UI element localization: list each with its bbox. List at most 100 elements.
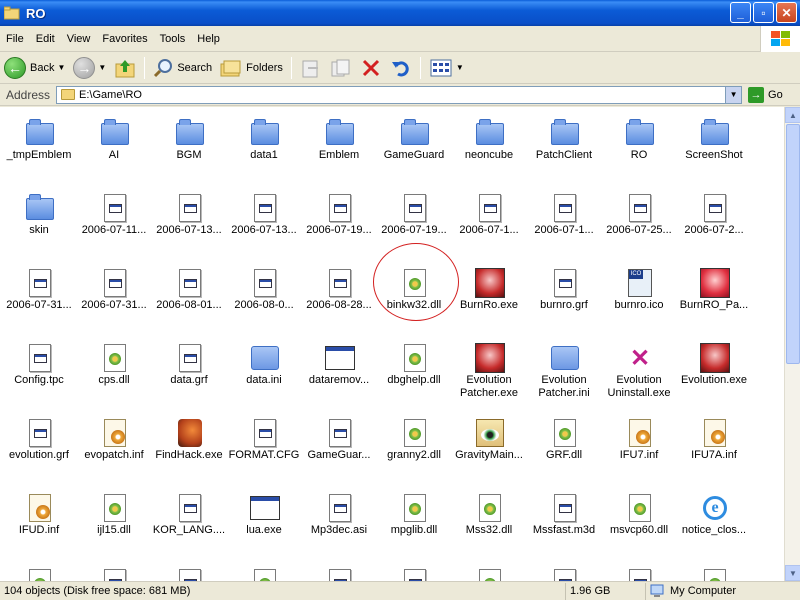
list-item[interactable]: [452, 559, 526, 581]
up-button[interactable]: [110, 55, 140, 81]
list-item[interactable]: mpglib.dll: [377, 484, 451, 554]
list-item[interactable]: Evolution.exe: [677, 334, 751, 404]
scroll-down-button[interactable]: ▼: [785, 565, 800, 581]
list-item[interactable]: binkw32.dll: [377, 259, 451, 329]
list-item[interactable]: 2006-07-1...: [452, 184, 526, 254]
back-button[interactable]: ← Back ▼: [0, 55, 69, 81]
list-item[interactable]: PatchClient: [527, 109, 601, 179]
minimize-button[interactable]: _: [730, 2, 751, 23]
close-button[interactable]: ✕: [776, 2, 797, 23]
list-item[interactable]: 2006-07-1...: [527, 184, 601, 254]
list-item[interactable]: burnro.grf: [527, 259, 601, 329]
list-item[interactable]: ICO burnro.ico: [602, 259, 676, 329]
list-item[interactable]: 2006-08-28...: [302, 259, 376, 329]
search-button[interactable]: Search: [149, 55, 216, 81]
list-item[interactable]: [302, 559, 376, 581]
list-item[interactable]: [2, 559, 76, 581]
list-item[interactable]: 2006-07-19...: [302, 184, 376, 254]
move-to-button[interactable]: [296, 55, 326, 81]
list-item[interactable]: neoncube: [452, 109, 526, 179]
list-item[interactable]: skin: [2, 184, 76, 254]
menu-favorites[interactable]: Favorites: [96, 33, 153, 45]
list-item[interactable]: Mp3dec.asi: [302, 484, 376, 554]
address-input[interactable]: E:\Game\RO ▼: [56, 85, 743, 104]
list-item[interactable]: lua.exe: [227, 484, 301, 554]
list-item[interactable]: _tmpEmblem: [2, 109, 76, 179]
list-item[interactable]: e notice_clos...: [677, 484, 751, 554]
list-item[interactable]: granny2.dll: [377, 409, 451, 479]
list-item[interactable]: IFU7A.inf: [677, 409, 751, 479]
delete-button[interactable]: [356, 55, 386, 81]
list-item[interactable]: 2006-07-25...: [602, 184, 676, 254]
list-item[interactable]: FindHack.exe: [152, 409, 226, 479]
list-item[interactable]: GRF.dll: [527, 409, 601, 479]
list-item[interactable]: AI: [77, 109, 151, 179]
list-item[interactable]: ✕ Evolution Uninstall.exe: [602, 334, 676, 404]
list-item[interactable]: Emblem: [302, 109, 376, 179]
list-item[interactable]: 2006-08-0...: [227, 259, 301, 329]
list-item[interactable]: GravityMain...: [452, 409, 526, 479]
list-item[interactable]: BurnRO_Pa...: [677, 259, 751, 329]
list-item[interactable]: msvcp60.dll: [602, 484, 676, 554]
list-item[interactable]: ijl15.dll: [77, 484, 151, 554]
list-item[interactable]: ScreenShot: [677, 109, 751, 179]
list-item[interactable]: [152, 559, 226, 581]
list-item[interactable]: cps.dll: [77, 334, 151, 404]
undo-button[interactable]: [386, 55, 416, 81]
list-item[interactable]: Mss32.dll: [452, 484, 526, 554]
list-item[interactable]: Mssfast.m3d: [527, 484, 601, 554]
list-item[interactable]: evopatch.inf: [77, 409, 151, 479]
list-item[interactable]: Config.tpc: [2, 334, 76, 404]
list-item[interactable]: [77, 559, 151, 581]
go-button[interactable]: → Go: [748, 86, 783, 103]
copy-to-icon: [331, 59, 350, 76]
list-item[interactable]: 2006-07-2...: [677, 184, 751, 254]
list-item[interactable]: evolution.grf: [2, 409, 76, 479]
list-item[interactable]: BurnRo.exe: [452, 259, 526, 329]
list-item[interactable]: [377, 559, 451, 581]
list-item[interactable]: 2006-08-01...: [152, 259, 226, 329]
scroll-up-button[interactable]: ▲: [785, 107, 800, 123]
file-icon: [249, 267, 281, 299]
list-item[interactable]: [602, 559, 676, 581]
vertical-scrollbar[interactable]: ▲ ▼: [784, 107, 800, 581]
list-item[interactable]: data.grf: [152, 334, 226, 404]
list-item[interactable]: 2006-07-11...: [77, 184, 151, 254]
list-item[interactable]: FORMAT.CFG: [227, 409, 301, 479]
list-item[interactable]: IFUD.inf: [2, 484, 76, 554]
list-item[interactable]: BGM: [152, 109, 226, 179]
list-item[interactable]: 2006-07-13...: [227, 184, 301, 254]
list-item[interactable]: 2006-07-13...: [152, 184, 226, 254]
file-list-view[interactable]: _tmpEmblem AI BGM data1 Emblem GameGuard neonc…: [0, 107, 784, 581]
menu-edit[interactable]: Edit: [30, 33, 61, 45]
list-item[interactable]: dataremov...: [302, 334, 376, 404]
list-item[interactable]: 2006-07-19...: [377, 184, 451, 254]
list-item[interactable]: [527, 559, 601, 581]
list-item[interactable]: 2006-07-31...: [2, 259, 76, 329]
list-item[interactable]: [677, 559, 751, 581]
list-item[interactable]: [227, 559, 301, 581]
list-item[interactable]: GameGuard: [377, 109, 451, 179]
folders-button[interactable]: Folders: [216, 55, 287, 81]
forward-button[interactable]: → ▼: [69, 55, 110, 81]
menu-file[interactable]: File: [0, 33, 30, 45]
menu-tools[interactable]: Tools: [154, 33, 192, 45]
list-item[interactable]: GameGuar...: [302, 409, 376, 479]
views-button[interactable]: ▼: [425, 55, 468, 81]
menu-view[interactable]: View: [61, 33, 97, 45]
scroll-thumb[interactable]: [786, 124, 800, 364]
menu-help[interactable]: Help: [191, 33, 226, 45]
title-bar[interactable]: RO _ ▫ ✕: [0, 0, 800, 26]
maximize-button[interactable]: ▫: [753, 2, 774, 23]
list-item[interactable]: data.ini: [227, 334, 301, 404]
copy-to-button[interactable]: [326, 55, 356, 81]
list-item[interactable]: IFU7.inf: [602, 409, 676, 479]
list-item[interactable]: 2006-07-31...: [77, 259, 151, 329]
list-item[interactable]: Evolution Patcher.exe: [452, 334, 526, 404]
list-item[interactable]: KOR_LANG....: [152, 484, 226, 554]
address-dropdown-button[interactable]: ▼: [725, 86, 742, 103]
list-item[interactable]: RO: [602, 109, 676, 179]
list-item[interactable]: dbghelp.dll: [377, 334, 451, 404]
list-item[interactable]: Evolution Patcher.ini: [527, 334, 601, 404]
list-item[interactable]: data1: [227, 109, 301, 179]
